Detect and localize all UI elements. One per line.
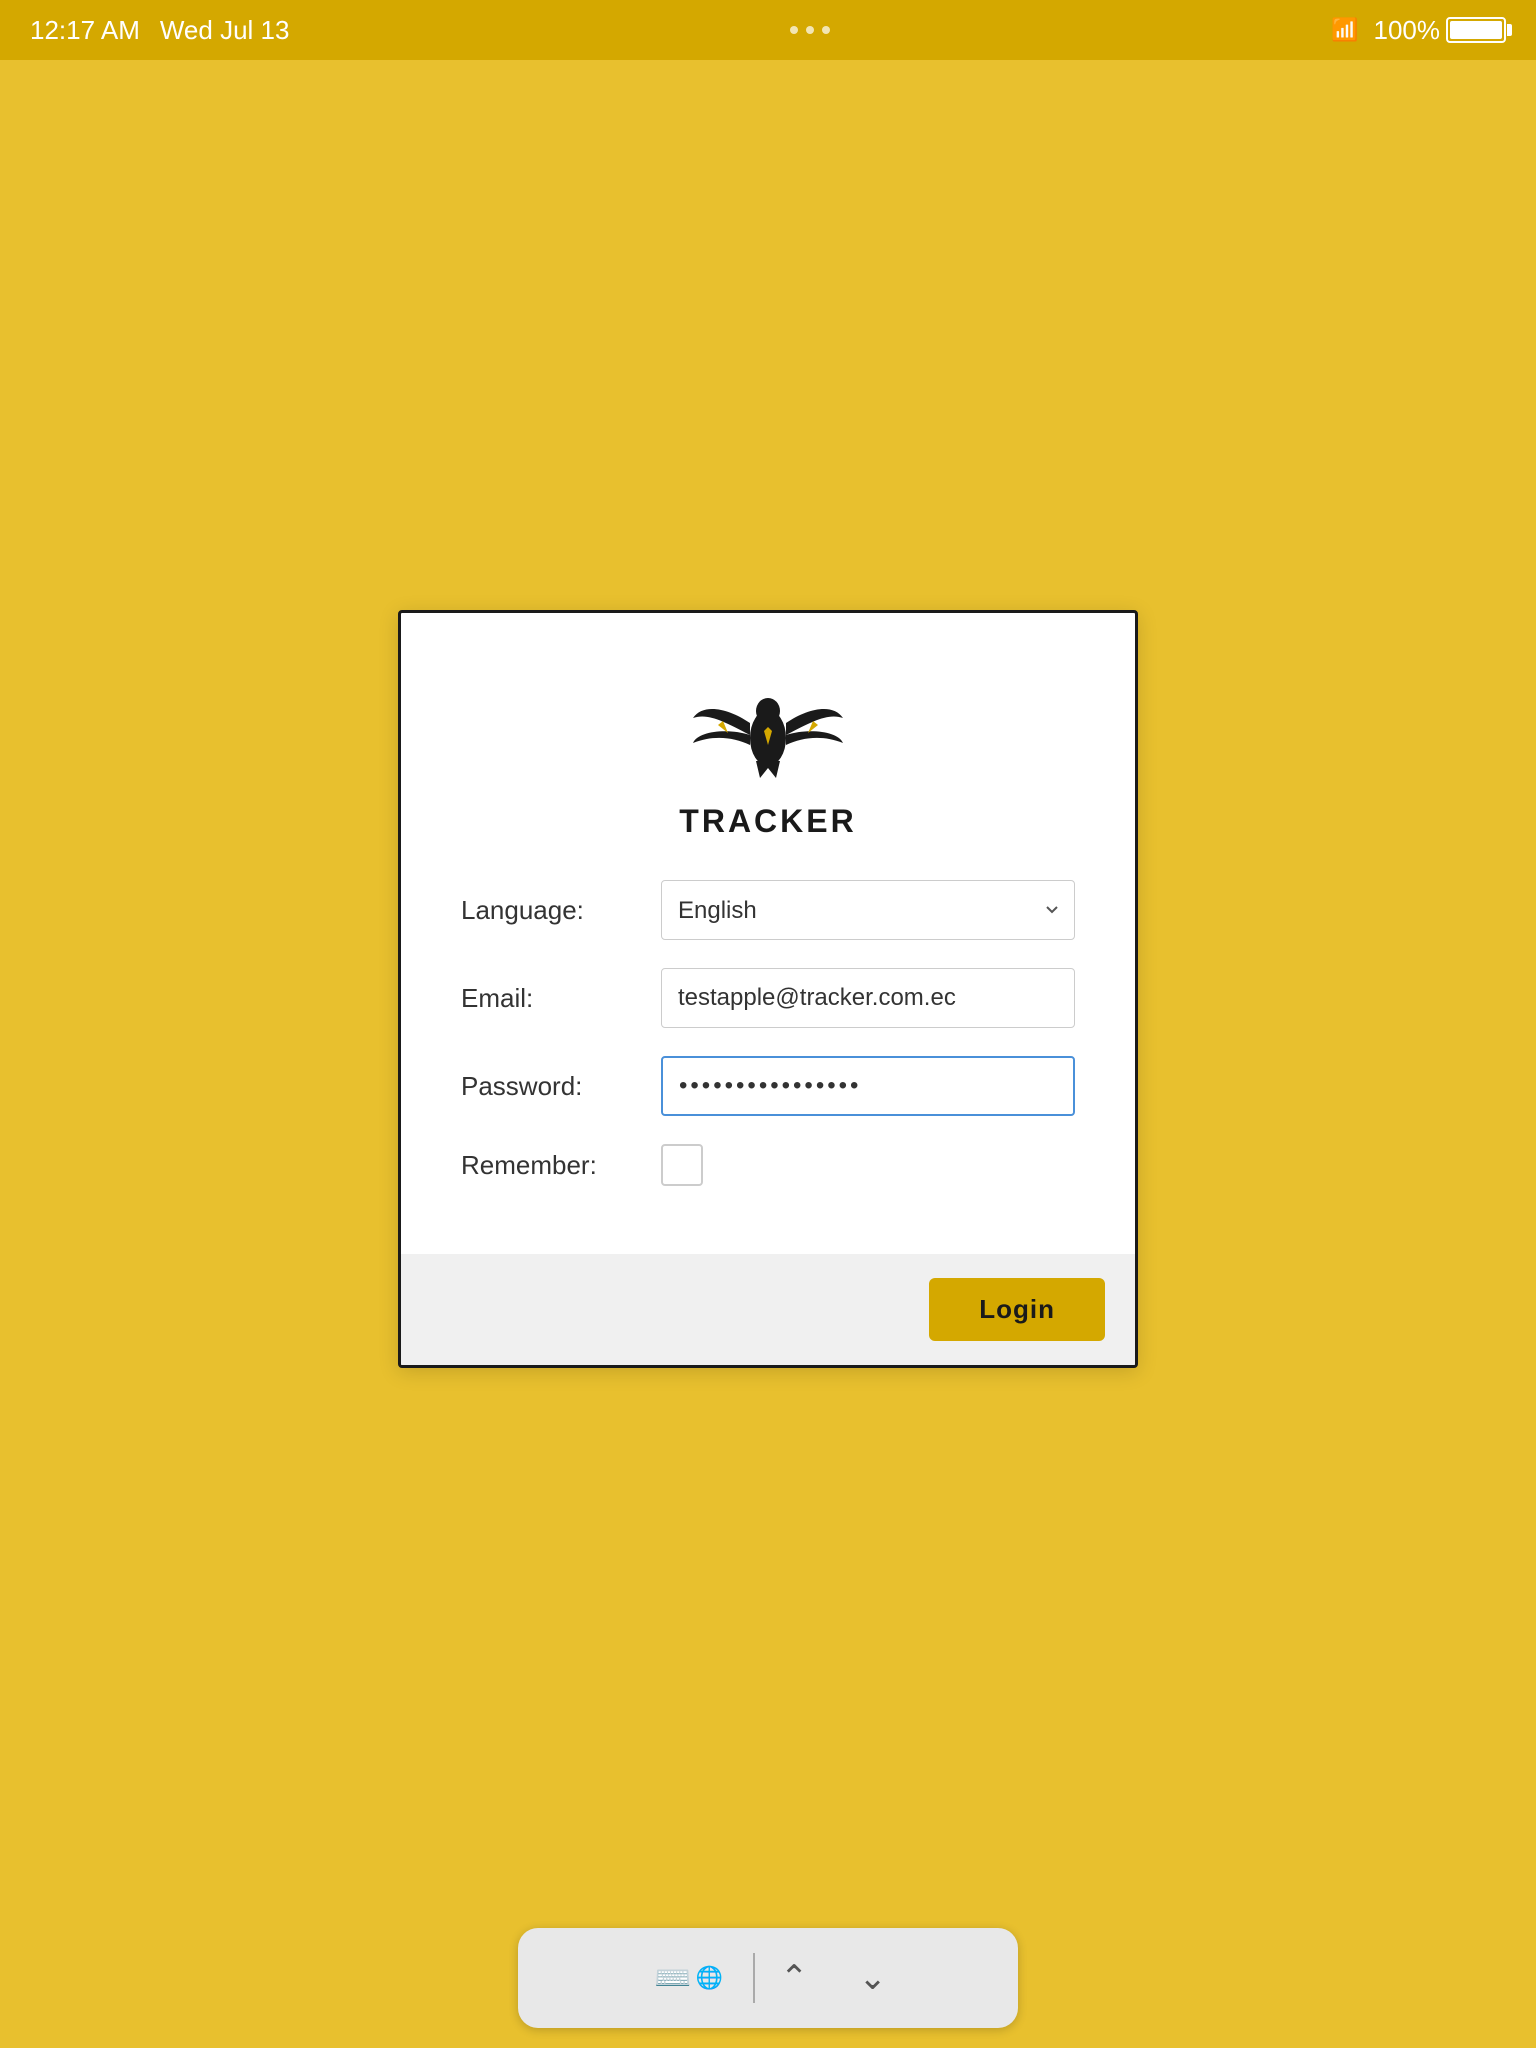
login-card: TRACKER Language: English Spanish Portug… <box>398 610 1138 1368</box>
chevron-down-icon: ⌄ <box>858 1958 887 1998</box>
language-row: Language: English Spanish Portuguese Fre… <box>461 880 1075 940</box>
keyboard-toolbar: ⌨️ 🌐 ⌃ ⌄ <box>518 1928 1018 2028</box>
email-row: Email: <box>461 968 1075 1028</box>
password-row: Password: <box>461 1056 1075 1116</box>
chevron-up-button[interactable]: ⌃ <box>755 1958 834 1998</box>
dot-3 <box>822 26 830 34</box>
main-content: TRACKER Language: English Spanish Portug… <box>0 60 1536 1918</box>
battery-fill <box>1450 21 1502 39</box>
language-label: Language: <box>461 895 661 926</box>
language-select[interactable]: English Spanish Portuguese French <box>661 880 1075 940</box>
status-left: 12:17 AM Wed Jul 13 <box>30 15 289 46</box>
remember-label: Remember: <box>461 1150 661 1181</box>
keyboard-icon-button[interactable]: ⌨️ 🌐 <box>624 1961 753 1996</box>
card-footer: Login <box>401 1254 1135 1365</box>
remember-checkbox[interactable] <box>661 1144 703 1186</box>
logo-area: TRACKER <box>461 663 1075 840</box>
keyboard-globe: 🌐 <box>695 1965 722 1991</box>
app-logo <box>688 663 848 793</box>
app-title: TRACKER <box>679 803 856 840</box>
password-label: Password: <box>461 1071 661 1102</box>
keyboard-symbol: ⌨️ <box>654 1961 691 1996</box>
email-label: Email: <box>461 983 661 1014</box>
card-body: TRACKER Language: English Spanish Portug… <box>401 613 1135 1254</box>
chevron-up-icon: ⌃ <box>780 1958 809 1998</box>
status-right: 📶 100% <box>1331 15 1506 46</box>
password-input[interactable] <box>661 1056 1075 1116</box>
time-display: 12:17 AM <box>30 15 140 46</box>
status-center <box>790 26 830 34</box>
date-display: Wed Jul 13 <box>160 15 290 46</box>
email-input[interactable] <box>661 968 1075 1028</box>
wifi-icon: 📶 <box>1331 17 1358 43</box>
login-button[interactable]: Login <box>929 1278 1105 1341</box>
remember-row: Remember: <box>461 1144 1075 1186</box>
chevron-down-button[interactable]: ⌄ <box>833 1958 912 1998</box>
dot-1 <box>790 26 798 34</box>
keyboard-emoji-icon: ⌨️ 🌐 <box>654 1961 723 1996</box>
dot-2 <box>806 26 814 34</box>
battery-container: 100% <box>1373 15 1506 46</box>
battery-icon <box>1446 17 1506 43</box>
status-bar: 12:17 AM Wed Jul 13 📶 100% <box>0 0 1536 60</box>
battery-percent: 100% <box>1373 15 1440 46</box>
